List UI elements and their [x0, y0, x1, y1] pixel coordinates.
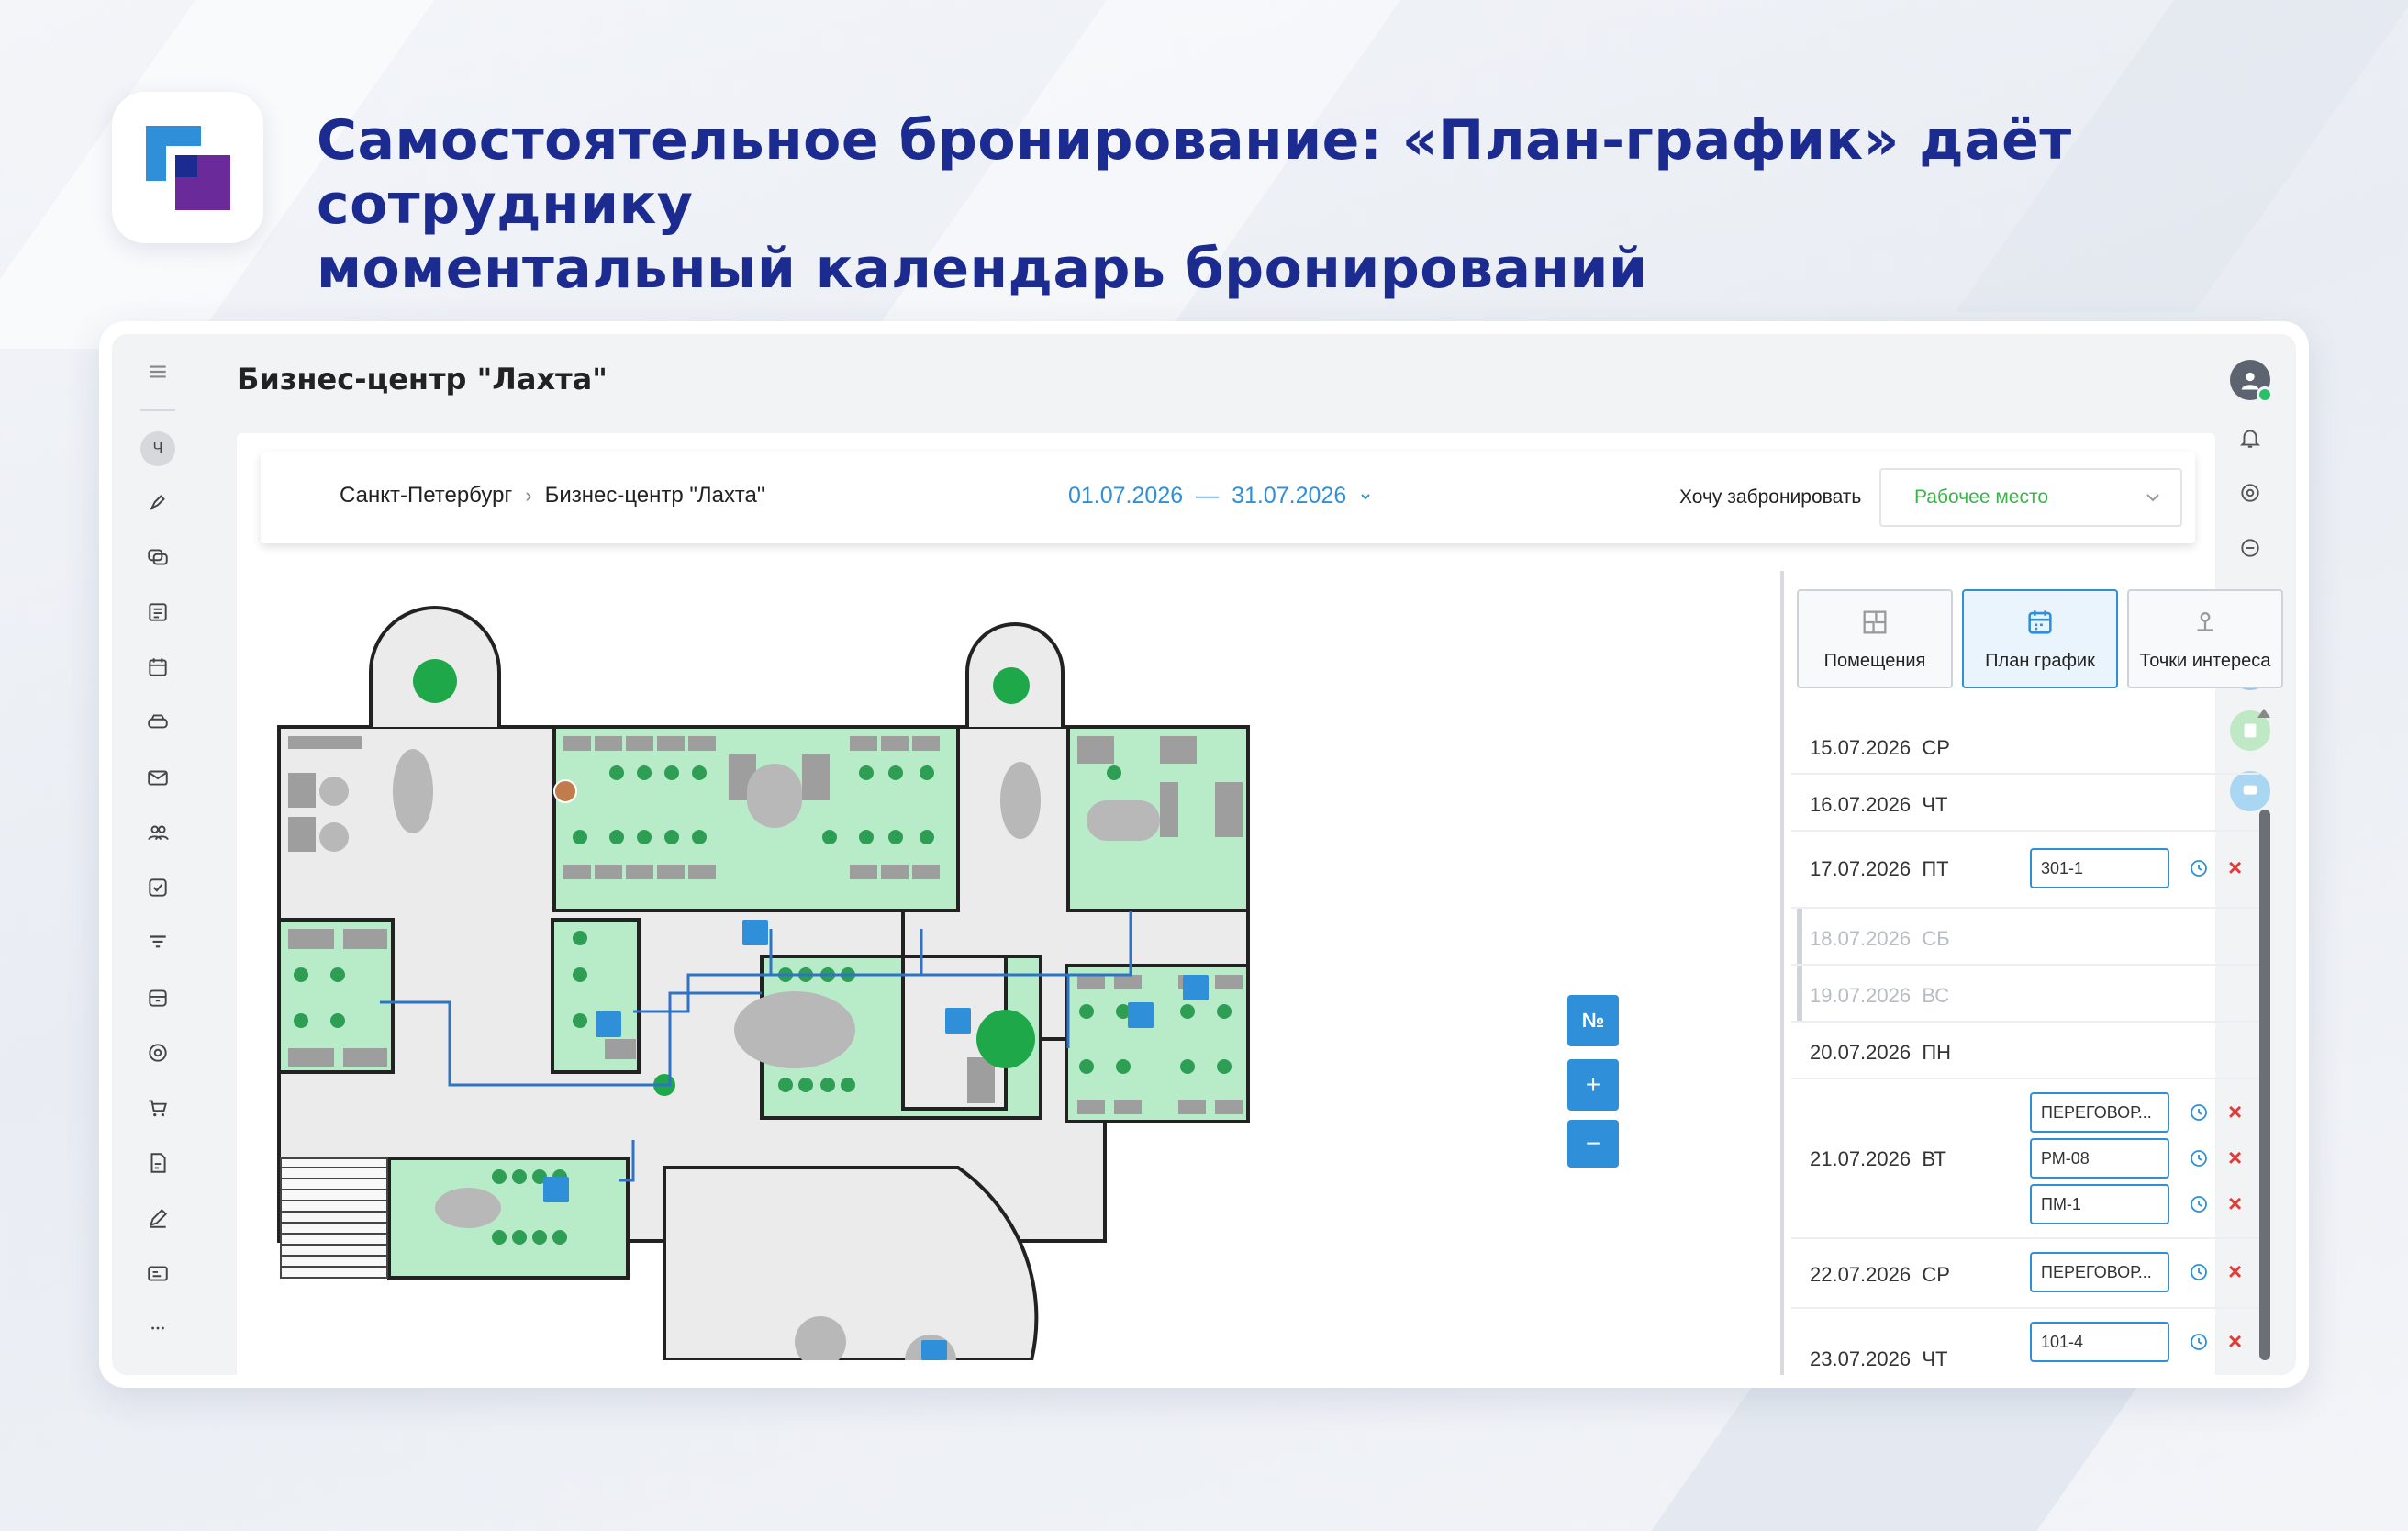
app-window: Ч ТТ ТТ [99, 321, 2309, 1388]
left-sidebar: Ч [112, 334, 204, 1375]
schedule-list: 15.07.2026 СР 16.07.2026 ЧТ 17.07.2026 П… [1791, 709, 2272, 1375]
delete-icon[interactable]: × [2228, 855, 2248, 879]
chevron-down-icon [1361, 493, 1370, 499]
room-south [387, 1157, 630, 1280]
tab-points-of-interest[interactable]: Точки интереса [2127, 589, 2283, 688]
news-icon[interactable] [144, 598, 172, 626]
delete-icon[interactable]: × [2228, 1259, 2248, 1283]
list-item[interactable]: 20.07.2026 ПН [1791, 1023, 2259, 1079]
pen-icon[interactable] [144, 1204, 172, 1232]
booking-chip[interactable]: ПЕРЕГОВОР... [2030, 1252, 2169, 1292]
schedule-date: 23.07.2026 ЧТ [1810, 1347, 1948, 1370]
date-from: 01.07.2026 [1068, 483, 1184, 508]
breadcrumb: Санкт-Петербург › Бизнес-центр "Лахта" [340, 483, 764, 508]
tab-rooms[interactable]: Помещения [1797, 589, 1953, 688]
history-icon[interactable] [2188, 1101, 2210, 1123]
history-icon[interactable] [2188, 1331, 2210, 1353]
list-item[interactable]: 16.07.2026 ЧТ [1791, 775, 2259, 832]
tab-label: План график [1985, 651, 2095, 671]
schedule-date: 16.07.2026 ЧТ [1810, 793, 1948, 816]
archive-icon[interactable] [144, 984, 172, 1011]
booking-chip[interactable]: ПЕРЕГОВОР... [2030, 1092, 2169, 1133]
floorplan-icon [1863, 610, 1887, 634]
scroll-up-arrow[interactable] [2258, 709, 2270, 718]
more-icon[interactable] [144, 1314, 172, 1342]
date-range-picker[interactable]: 01.07.2026 — 31.07.2026 [1068, 483, 1372, 509]
zoom-out-button[interactable]: − [1567, 1120, 1619, 1168]
page-title: Бизнес-центр "Лахта" [237, 362, 608, 397]
cart-icon[interactable] [144, 1094, 172, 1122]
list-item[interactable]: 17.07.2026 ПТ 301-1 × [1791, 832, 2259, 909]
avatar[interactable]: Ч [140, 431, 175, 466]
list-item[interactable]: 15.07.2026 СР [1791, 718, 2259, 775]
toolbar: Санкт-Петербург › Бизнес-центр "Лахта" 0… [261, 452, 2195, 543]
list-item[interactable]: 23.07.2026 ЧТ 101-4 × [1791, 1309, 2259, 1375]
schedule-date: 22.07.2026 СР [1810, 1263, 1950, 1286]
chevron-down-icon [2146, 494, 2159, 502]
schedule-date: 15.07.2026 СР [1810, 736, 1950, 759]
rocket-icon[interactable] [144, 488, 172, 516]
delete-icon[interactable]: × [2228, 1191, 2248, 1215]
tab-label: Помещения [1823, 651, 1926, 671]
booking-type-select[interactable]: Рабочее место [1879, 468, 2182, 527]
floor-map[interactable]: № + − [261, 571, 1687, 1360]
pin-icon [2197, 611, 2213, 631]
tab-schedule[interactable]: План график [1962, 589, 2118, 688]
history-icon[interactable] [2188, 1193, 2210, 1215]
document-edit-icon[interactable] [144, 1149, 172, 1177]
schedule-date: 18.07.2026 СБ [1810, 927, 1950, 950]
delete-icon[interactable]: × [2228, 1145, 2248, 1169]
target-icon[interactable] [144, 1039, 172, 1067]
list-item[interactable]: 22.07.2026 СР ПЕРЕГОВОР... × [1791, 1239, 2259, 1309]
calendar-icon [2028, 610, 2052, 634]
calendar-icon[interactable] [144, 654, 172, 681]
booking-chip[interactable]: 101-4 [2030, 1322, 2169, 1362]
list-item: 18.07.2026 СБ [1791, 909, 2259, 966]
car-icon[interactable] [144, 709, 172, 736]
history-icon[interactable] [2188, 1261, 2210, 1283]
booking-panel: Санкт-Петербург › Бизнес-центр "Лахта" 0… [237, 433, 2283, 1375]
at-icon[interactable] [2236, 479, 2264, 507]
schedule-date: 17.07.2026 ПТ [1810, 857, 1949, 880]
list-item: 19.07.2026 ВС [1791, 966, 2259, 1023]
support-chat-icon[interactable] [2236, 534, 2264, 562]
scrollbar-thumb[interactable] [2259, 810, 2270, 1360]
booking-chip[interactable]: ПМ-1 [2030, 1184, 2169, 1224]
booking-chip[interactable]: РМ-08 [2030, 1138, 2169, 1179]
booking-chip[interactable]: 301-1 [2030, 848, 2169, 888]
date-to: 31.07.2026 [1232, 483, 1347, 508]
hero-title: Самостоятельное бронирование: «План-граф… [317, 108, 2072, 301]
menu-icon[interactable] [144, 358, 172, 386]
checkbox-icon[interactable] [144, 874, 172, 901]
chat-icon[interactable] [144, 543, 172, 571]
date-dash: — [1196, 483, 1220, 508]
schedule-date: 20.07.2026 ПН [1810, 1041, 1952, 1064]
breadcrumb-building[interactable]: Бизнес-центр "Лахта" [545, 483, 765, 508]
mail-icon[interactable] [144, 764, 172, 791]
delete-icon[interactable]: × [2228, 1100, 2248, 1123]
floor-plan-svg [277, 606, 1250, 1360]
history-icon[interactable] [2188, 1147, 2210, 1169]
filter-icon[interactable] [144, 929, 172, 956]
side-tabs: Помещения План график Точки интереса [1797, 589, 2283, 688]
user-avatar[interactable] [2230, 360, 2273, 403]
schedule-date: 19.07.2026 ВС [1810, 984, 1950, 1007]
booking-type-label: Хочу забронировать [1679, 486, 1862, 508]
booking-type-value: Рабочее место [1914, 486, 2049, 508]
id-card-icon[interactable] [144, 1259, 172, 1287]
tab-label: Точки интереса [2139, 651, 2271, 671]
list-item[interactable]: 21.07.2026 ВТ ПЕРЕГОВОР... × РМ-08 × ПМ-… [1791, 1079, 2259, 1239]
bell-icon[interactable] [2236, 424, 2264, 452]
delete-icon[interactable]: × [2228, 1329, 2248, 1353]
people-icon[interactable] [144, 819, 172, 846]
zoom-in-button[interactable]: + [1567, 1059, 1619, 1111]
room-number-button[interactable]: № [1567, 995, 1619, 1046]
brand-logo [112, 92, 263, 243]
history-icon[interactable] [2188, 857, 2210, 879]
breadcrumb-city[interactable]: Санкт-Петербург [340, 483, 512, 508]
schedule-date: 21.07.2026 ВТ [1810, 1147, 1946, 1170]
breadcrumb-chevron-icon: › [525, 484, 532, 507]
panel-divider [1780, 571, 1784, 1375]
